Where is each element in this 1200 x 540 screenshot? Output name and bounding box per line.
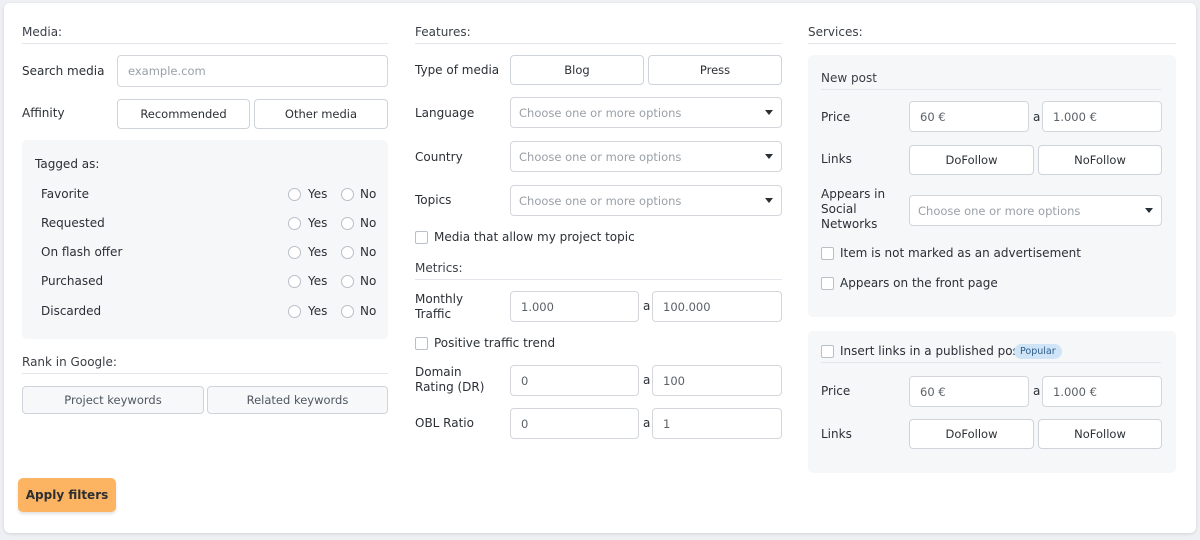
new-post-price-max-input[interactable] bbox=[1042, 101, 1162, 132]
purchased-yes-radio[interactable] bbox=[288, 275, 301, 288]
allow-topic-label: Media that allow my project topic bbox=[434, 230, 635, 244]
new-post-price-min-input[interactable] bbox=[909, 101, 1029, 132]
rank-google-title: Rank in Google: bbox=[22, 355, 388, 374]
purchased-no-radio[interactable] bbox=[341, 275, 354, 288]
services-section-title: Services: bbox=[808, 25, 1176, 44]
popular-badge: Popular bbox=[1014, 344, 1062, 359]
traffic-range-separator: a bbox=[643, 299, 651, 313]
insert-links-title: Insert links in a published post bbox=[840, 344, 1024, 358]
positive-trend-checkbox[interactable] bbox=[415, 337, 428, 350]
obl-ratio-label: OBL Ratio bbox=[415, 416, 474, 430]
tag-label-requested: Requested bbox=[41, 216, 105, 230]
search-media-input[interactable] bbox=[117, 55, 388, 87]
insert-links-label: Links bbox=[821, 427, 852, 441]
flash-offer-yes-label: Yes bbox=[308, 245, 328, 259]
front-page-label: Appears on the front page bbox=[840, 276, 998, 290]
favorite-yes-radio[interactable] bbox=[288, 188, 301, 201]
front-page-checkbox[interactable] bbox=[821, 277, 834, 290]
insert-nofollow-button[interactable]: NoFollow bbox=[1038, 419, 1162, 449]
traffic-max-input[interactable] bbox=[652, 291, 782, 322]
topics-select[interactable]: Choose one or more options bbox=[510, 185, 782, 216]
purchased-yes-label: Yes bbox=[308, 274, 328, 288]
requested-no-radio[interactable] bbox=[341, 217, 354, 230]
discarded-no-label: No bbox=[360, 304, 377, 318]
new-post-price-label: Price bbox=[821, 110, 851, 124]
features-section-title: Features: bbox=[415, 25, 782, 44]
tagged-as-title: Tagged as: bbox=[35, 157, 100, 171]
metrics-section-title: Metrics: bbox=[415, 261, 782, 280]
insert-price-min-input[interactable] bbox=[909, 376, 1029, 407]
domain-rating-label: Domain Rating (DR) bbox=[415, 365, 485, 394]
dr-range-separator: a bbox=[643, 373, 651, 387]
insert-price-max-input[interactable] bbox=[1042, 376, 1162, 407]
insert-price-label: Price bbox=[821, 384, 851, 398]
tag-label-favorite: Favorite bbox=[41, 187, 89, 201]
social-networks-select[interactable]: Choose one or more options bbox=[909, 195, 1162, 226]
topics-label: Topics bbox=[415, 193, 452, 207]
not-ad-label: Item is not marked as an advertisement bbox=[840, 246, 1081, 260]
new-post-title: New post bbox=[821, 71, 1161, 90]
affinity-recommended-button[interactable]: Recommended bbox=[117, 99, 250, 129]
discarded-no-radio[interactable] bbox=[341, 305, 354, 318]
obl-min-input[interactable] bbox=[510, 408, 639, 439]
insert-price-separator: a bbox=[1033, 384, 1041, 398]
social-networks-label: Appears in Social Networks bbox=[821, 187, 886, 231]
search-media-label: Search media bbox=[22, 64, 105, 78]
topics-select-placeholder: Choose one or more options bbox=[519, 193, 682, 208]
affinity-other-media-button[interactable]: Other media bbox=[254, 99, 388, 129]
flash-offer-yes-radio[interactable] bbox=[288, 246, 301, 259]
requested-no-label: No bbox=[360, 216, 377, 230]
new-post-nofollow-button[interactable]: NoFollow bbox=[1038, 145, 1162, 175]
favorite-no-radio[interactable] bbox=[341, 188, 354, 201]
positive-trend-label: Positive traffic trend bbox=[434, 336, 556, 350]
obl-max-input[interactable] bbox=[652, 408, 782, 439]
flash-offer-no-radio[interactable] bbox=[341, 246, 354, 259]
language-select-placeholder: Choose one or more options bbox=[519, 105, 682, 120]
requested-yes-radio[interactable] bbox=[288, 217, 301, 230]
favorite-no-label: No bbox=[360, 187, 377, 201]
tag-label-purchased: Purchased bbox=[41, 274, 104, 288]
type-of-media-label: Type of media bbox=[415, 63, 500, 77]
dr-max-input[interactable] bbox=[652, 365, 782, 396]
tag-label-flash-offer: On flash offer bbox=[41, 245, 123, 259]
traffic-min-input[interactable] bbox=[510, 291, 639, 322]
tag-label-discarded: Discarded bbox=[41, 304, 102, 318]
affinity-label: Affinity bbox=[22, 106, 65, 120]
discarded-yes-label: Yes bbox=[308, 304, 328, 318]
insert-links-checkbox[interactable] bbox=[821, 345, 834, 358]
insert-dofollow-button[interactable]: DoFollow bbox=[909, 419, 1034, 449]
not-ad-checkbox[interactable] bbox=[821, 247, 834, 260]
chevron-down-icon bbox=[765, 154, 773, 159]
type-press-button[interactable]: Press bbox=[648, 55, 782, 85]
dr-min-input[interactable] bbox=[510, 365, 639, 396]
chevron-down-icon bbox=[1145, 208, 1153, 213]
type-blog-button[interactable]: Blog bbox=[510, 55, 644, 85]
language-label: Language bbox=[415, 106, 475, 120]
obl-range-separator: a bbox=[643, 416, 651, 430]
discarded-yes-radio[interactable] bbox=[288, 305, 301, 318]
media-section-title: Media: bbox=[22, 25, 388, 44]
monthly-traffic-label: Monthly Traffic bbox=[415, 292, 464, 321]
chevron-down-icon bbox=[765, 110, 773, 115]
flash-offer-no-label: No bbox=[360, 245, 377, 259]
language-select[interactable]: Choose one or more options bbox=[510, 97, 782, 128]
country-select[interactable]: Choose one or more options bbox=[510, 141, 782, 172]
new-post-dofollow-button[interactable]: DoFollow bbox=[909, 145, 1034, 175]
insert-links-divider bbox=[821, 362, 1161, 363]
project-keywords-button[interactable]: Project keywords bbox=[22, 386, 204, 414]
purchased-no-label: No bbox=[360, 274, 377, 288]
chevron-down-icon bbox=[765, 198, 773, 203]
requested-yes-label: Yes bbox=[308, 216, 328, 230]
related-keywords-button[interactable]: Related keywords bbox=[207, 386, 388, 414]
new-post-price-separator: a bbox=[1033, 110, 1041, 124]
social-networks-placeholder: Choose one or more options bbox=[918, 203, 1081, 218]
country-select-placeholder: Choose one or more options bbox=[519, 149, 682, 164]
country-label: Country bbox=[415, 150, 463, 164]
favorite-yes-label: Yes bbox=[308, 187, 328, 201]
apply-filters-button[interactable]: Apply filters bbox=[18, 478, 116, 512]
new-post-links-label: Links bbox=[821, 152, 852, 166]
allow-topic-checkbox[interactable] bbox=[415, 231, 428, 244]
